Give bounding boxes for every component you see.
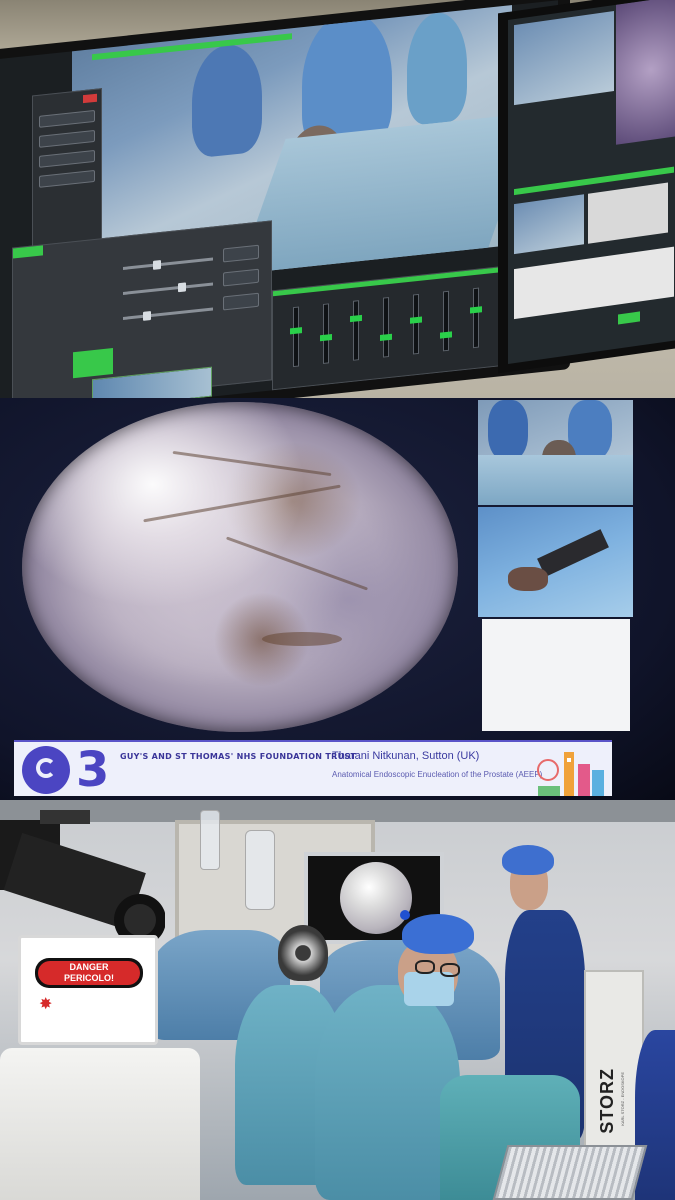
london-landmarks-illustration: [537, 752, 604, 796]
drape: [478, 455, 633, 505]
tissue-detail: [262, 632, 342, 646]
main-monitor-screen: [0, 0, 558, 398]
channel-fader[interactable]: [380, 297, 392, 358]
multiview-feed: [514, 194, 584, 255]
drape: [238, 112, 536, 274]
main-monitor: [0, 0, 570, 398]
surgical-mask: [404, 972, 454, 1006]
apply-button[interactable]: [223, 244, 259, 263]
surgeon-figure: [192, 41, 262, 159]
record-indicator: [83, 93, 97, 104]
side-monitor-screen: [508, 0, 675, 364]
operating-surgeon-cap: [402, 914, 474, 954]
danger-title: DANGER: [69, 962, 109, 972]
level-meter: [73, 348, 113, 379]
channel-number: 3: [76, 742, 110, 798]
staff-member: [635, 1030, 675, 1200]
endoscope-handpiece: [537, 529, 609, 577]
tissue-detail: [226, 536, 368, 591]
instrument-camera-feed: [478, 507, 633, 617]
session-topic: Anatomical Endoscopic Enucleation of the…: [332, 770, 543, 779]
console-button[interactable]: [39, 149, 95, 168]
operating-surgeon-gown: [315, 985, 460, 1200]
laser-unit: [0, 1048, 200, 1200]
trust-name: GUY'S AND ST THOMAS' NHS FOUNDATION TRUS…: [120, 752, 357, 761]
speaker-name: Tharani Nitkunan, Sutton (UK): [332, 750, 480, 762]
theatre-camera-feed: [478, 400, 633, 505]
endoscope-image: [340, 862, 412, 934]
gain-slider[interactable]: [123, 282, 213, 295]
channel-fader[interactable]: [290, 306, 302, 368]
headset-icon: [22, 746, 70, 794]
side-monitor: [498, 0, 675, 374]
lower-third-banner: 3 GUY'S AND ST THOMAS' NHS FOUNDATION TR…: [14, 740, 612, 796]
volume-slider[interactable]: [123, 257, 213, 270]
operating-theatre-photo: DANGER PERICOLO! ✸ STORZ KARL STORZ - EN…: [0, 800, 675, 1200]
equipment-brand-sub: KARL STORZ - ENDOSKOPE: [620, 1072, 625, 1126]
multiview-feed: [588, 182, 668, 244]
dialog-tab-active[interactable]: [13, 245, 43, 259]
danger-label: DANGER PERICOLO!: [35, 958, 143, 988]
blank-panel: [482, 619, 630, 731]
glasses: [440, 963, 460, 977]
channel-fader[interactable]: [320, 303, 332, 364]
laser-danger-sign: DANGER PERICOLO! ✸: [18, 935, 158, 1045]
channel-fader[interactable]: [350, 300, 362, 361]
endoscope-feed: [616, 0, 675, 145]
reset-button[interactable]: [223, 268, 259, 287]
console-button[interactable]: [39, 169, 95, 188]
production-console-photo: [0, 0, 675, 398]
danger-subtitle: PERICOLO!: [63, 973, 114, 983]
settings-dialog: [12, 220, 272, 398]
equipment-brand: STORZ: [597, 1068, 617, 1134]
take-button[interactable]: [618, 311, 640, 325]
multiview-feed: [514, 246, 674, 320]
close-button[interactable]: [223, 292, 259, 311]
tissue-detail: [143, 484, 341, 523]
iv-bag: [200, 810, 220, 870]
nurse-cap: [278, 925, 328, 981]
console-button[interactable]: [39, 129, 95, 148]
channel-fader[interactable]: [440, 290, 452, 352]
surgeon-cap: [502, 845, 554, 875]
laser-warning-icon: ✸: [39, 994, 53, 1013]
console-button[interactable]: [39, 109, 95, 128]
broadcast-screen-photo: 3 GUY'S AND ST THOMAS' NHS FOUNDATION TR…: [0, 398, 675, 800]
multiview-feed: [514, 11, 614, 106]
irrigation-bag: [245, 830, 275, 910]
channel-fader[interactable]: [470, 287, 482, 349]
endoscopic-view: [22, 402, 458, 732]
channel-fader[interactable]: [410, 293, 422, 355]
surgeon-hand: [508, 567, 548, 591]
laser-tip: [400, 910, 410, 920]
surgeon-figure: [488, 400, 528, 460]
delay-slider[interactable]: [123, 307, 213, 321]
glasses: [415, 960, 435, 974]
tissue-detail: [172, 450, 332, 477]
instrument-tray: [492, 1145, 648, 1200]
surgeon-figure: [407, 9, 467, 127]
